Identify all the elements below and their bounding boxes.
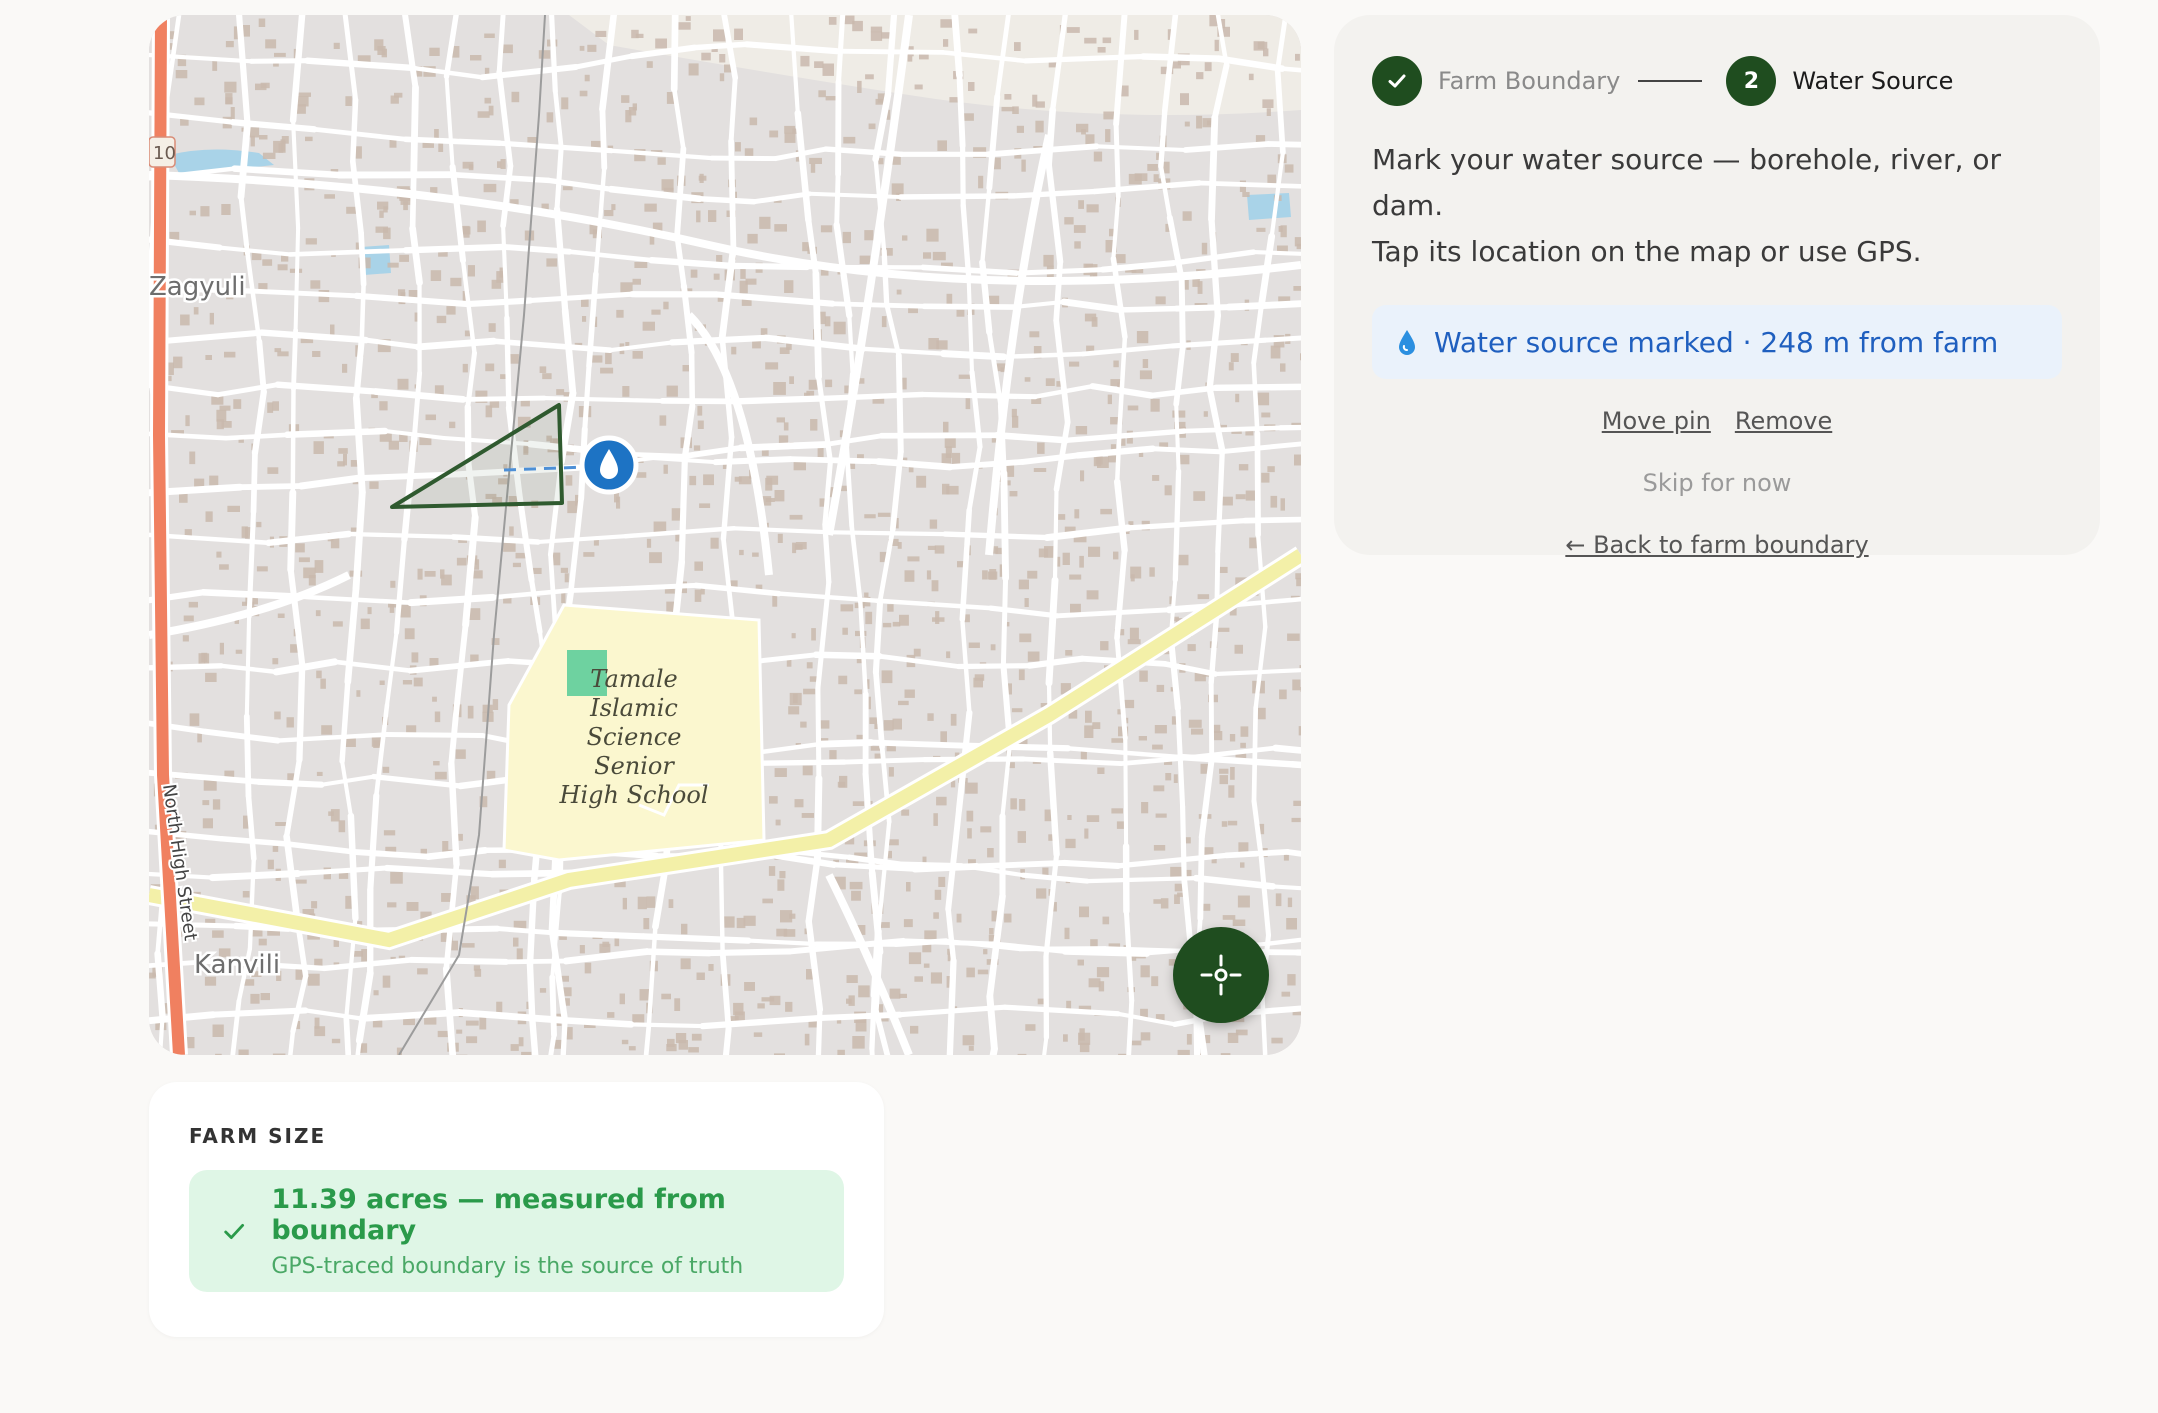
school-label-line: Islamic — [589, 694, 678, 722]
move-pin-link[interactable]: Move pin — [1602, 407, 1711, 435]
farm-size-title: FARM SIZE — [189, 1124, 327, 1148]
step-1-label[interactable]: Farm Boundary — [1438, 67, 1620, 95]
farm-size-note: GPS-traced boundary is the source of tru… — [271, 1253, 744, 1279]
back-to-farm-boundary-link[interactable]: ← Back to farm boundary — [1372, 531, 2062, 559]
road-badge-label: 10 — [153, 143, 176, 164]
school-label-line: Tamale — [590, 665, 677, 693]
step-2-badge: 2 — [1726, 56, 1777, 106]
instruction-text: Mark your water source — borehole, river… — [1372, 137, 2072, 275]
instruction-line: Tap its location on the map or use GPS. — [1372, 235, 1922, 268]
farm-size-card: FARM SIZE 11.39 acres — measured from bo… — [149, 1082, 884, 1337]
school-label-line: Science — [587, 723, 682, 751]
water-source-panel: Farm Boundary 2 Water Source Mark your w… — [1334, 15, 2100, 559]
status-text: Water source marked · 248 m from farm — [1434, 325, 1999, 359]
water-source-status: Water source marked · 248 m from farm — [1372, 305, 2062, 379]
map-canvas[interactable]: 10 Zagyuli Kanvili North High Street Tam… — [149, 15, 1301, 1055]
place-label-zagyuli: Zagyuli — [149, 272, 246, 302]
school-label-line: Senior — [594, 752, 675, 780]
water-drop-icon — [1399, 330, 1415, 355]
check-icon — [224, 1223, 245, 1239]
skip-button[interactable]: Skip for now — [1372, 469, 2062, 497]
step-1-complete-badge — [1372, 56, 1422, 106]
farm-size-result: 11.39 acres — measured from boundary GPS… — [189, 1170, 844, 1292]
gps-locate-button[interactable] — [1173, 927, 1269, 1023]
farm-size-texts: 11.39 acres — measured from boundary GPS… — [271, 1184, 844, 1279]
map-view[interactable]: 10 Zagyuli Kanvili North High Street Tam… — [149, 15, 1301, 1055]
remove-pin-link[interactable]: Remove — [1735, 407, 1832, 435]
pin-actions: Move pin Remove — [1372, 407, 2062, 435]
school-label-line: High School — [559, 781, 709, 809]
map-water — [1247, 193, 1291, 220]
crosshair-icon — [1200, 954, 1242, 996]
water-drop-pin-icon[interactable] — [579, 435, 639, 495]
place-label-kanvili: Kanvili — [194, 950, 280, 980]
stepper: Farm Boundary 2 Water Source — [1372, 55, 2062, 107]
instruction-line: Mark your water source — borehole, river… — [1372, 143, 2002, 222]
stepper-connector — [1638, 80, 1703, 82]
step-2-label: Water Source — [1792, 67, 1954, 95]
check-icon — [1388, 74, 1406, 88]
farm-size-value: 11.39 acres — measured from boundary — [271, 1183, 726, 1246]
